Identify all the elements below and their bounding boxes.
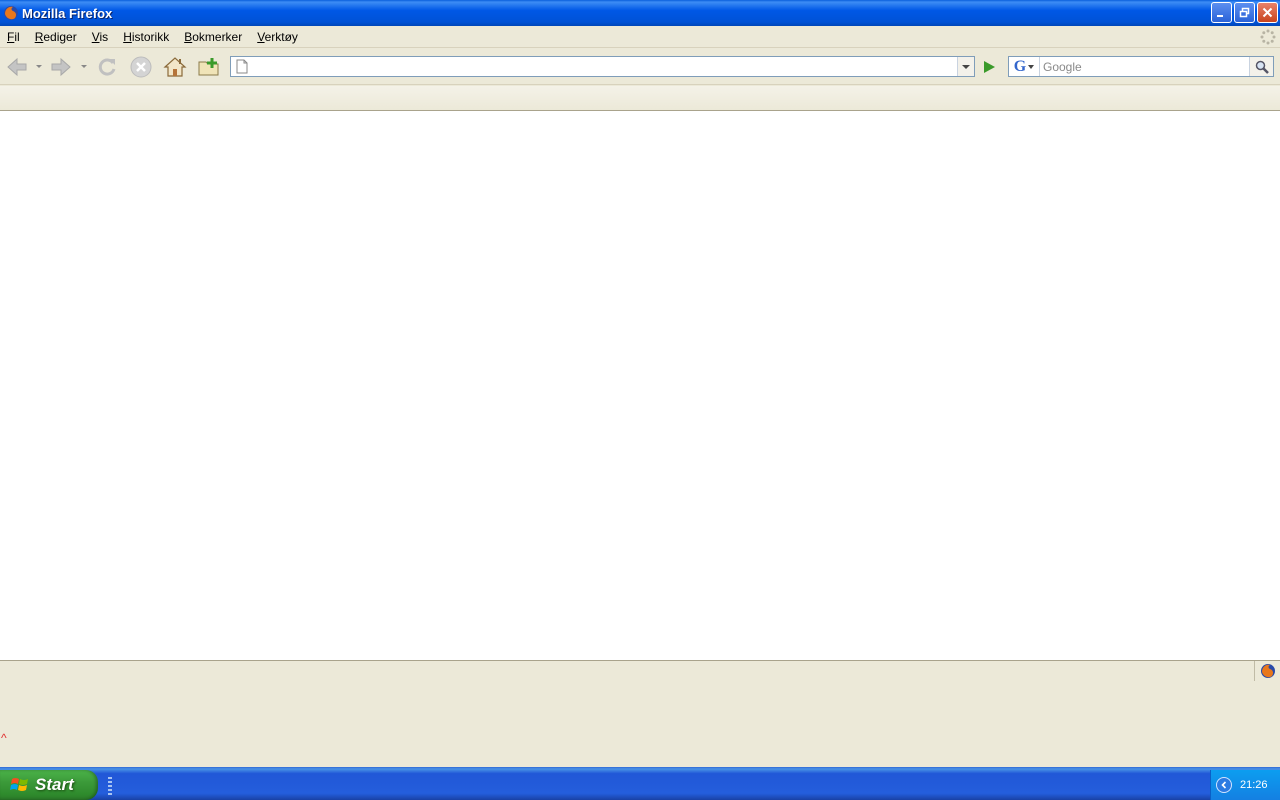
search-button[interactable] <box>1249 57 1273 76</box>
menu-bokmerker[interactable]: Bokmerker <box>177 30 250 44</box>
back-icon <box>7 57 27 77</box>
close-icon <box>1262 7 1273 18</box>
taskbar-grip[interactable] <box>108 777 112 795</box>
url-bar[interactable] <box>230 56 975 77</box>
minimize-icon <box>1217 15 1223 17</box>
clock[interactable]: 21:26 <box>1240 779 1268 791</box>
back-dropdown-icon[interactable] <box>35 62 43 70</box>
firefox-icon <box>1260 664 1275 678</box>
add-bookmark-button[interactable] <box>196 54 222 80</box>
home-button[interactable] <box>162 54 188 80</box>
navigation-toolbar: G <box>0 49 1280 85</box>
chevron-down-icon <box>962 64 970 69</box>
search-engine-button[interactable]: G <box>1009 57 1040 76</box>
forward-icon <box>51 57 71 77</box>
forward-dropdown-icon[interactable] <box>80 62 88 70</box>
system-tray: 21:26 <box>1210 770 1280 800</box>
reload-button[interactable] <box>94 54 120 80</box>
stop-icon <box>130 56 152 78</box>
menu-verktoy[interactable]: Verktøy <box>250 30 306 44</box>
page-content[interactable] <box>0 111 1280 660</box>
home-icon <box>163 57 187 77</box>
go-button[interactable] <box>978 56 999 77</box>
url-input[interactable] <box>253 58 953 75</box>
menu-rediger[interactable]: Rediger <box>28 30 85 44</box>
menu-vis[interactable]: Vis <box>85 30 116 44</box>
search-icon <box>1255 60 1269 74</box>
stop-button[interactable] <box>128 54 154 80</box>
url-history-dropdown[interactable] <box>957 57 974 76</box>
page-icon <box>236 59 248 74</box>
close-button[interactable] <box>1257 2 1278 23</box>
status-bar <box>0 660 1280 681</box>
menu-historikk[interactable]: Historikk <box>116 30 177 44</box>
minimize-button[interactable] <box>1211 2 1232 23</box>
forward-button[interactable] <box>48 54 74 80</box>
taskbar: Start 21:26 <box>0 767 1280 800</box>
menu-bar: Fil Rediger Vis Historikk Bokmerker Verk… <box>0 26 1280 48</box>
caret-mark: ^ <box>1 731 7 745</box>
throbber-icon <box>1260 29 1276 45</box>
chevron-down-icon <box>1028 64 1035 69</box>
search-bar[interactable]: G <box>1008 56 1274 77</box>
chevron-left-icon <box>1221 781 1227 789</box>
start-button[interactable]: Start <box>0 770 98 800</box>
windows-logo-icon <box>10 778 28 791</box>
show-hidden-icons-button[interactable] <box>1216 777 1232 793</box>
add-bookmark-icon <box>198 58 219 76</box>
start-label: Start <box>35 775 74 794</box>
search-input[interactable] <box>1043 58 1243 75</box>
desktop-area: ^ <box>0 681 1280 767</box>
restore-icon <box>1239 7 1250 18</box>
reload-icon <box>98 58 116 76</box>
window-title: Mozilla Firefox <box>22 5 113 21</box>
restore-button[interactable] <box>1234 2 1255 23</box>
back-button[interactable] <box>4 54 30 80</box>
status-firefox-panel[interactable] <box>1254 661 1280 681</box>
menu-fil[interactable]: Fil <box>0 30 28 44</box>
go-arrow-icon <box>983 60 995 73</box>
google-icon: G <box>1013 57 1027 75</box>
title-bar: Mozilla Firefox <box>0 0 1280 26</box>
firefox-icon <box>4 6 18 20</box>
bookmarks-toolbar <box>0 86 1280 111</box>
